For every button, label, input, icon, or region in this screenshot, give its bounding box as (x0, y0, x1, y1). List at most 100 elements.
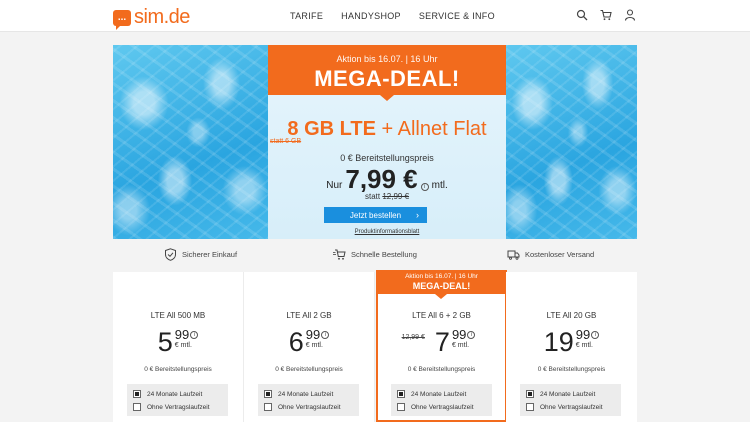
price-unit: € mtl. (305, 342, 323, 349)
chevron-right-icon: › (416, 210, 419, 220)
option-label: Ohne Vertragslaufzeit (147, 403, 210, 411)
tariff-price: 6 99 i € mtl. (244, 328, 374, 356)
checkbox-checked[interactable] (264, 390, 272, 398)
price-cents: 99 (575, 327, 591, 342)
price-prefix: Nur (326, 180, 343, 191)
pool-water-image-right (506, 45, 637, 239)
trust-secure: Sicherer Einkauf (164, 247, 238, 261)
info-icon[interactable]: i (190, 331, 199, 339)
pool-water-image-left (113, 45, 268, 239)
deal-deadline: Aktion bis 16.07. | 16 Uhr (336, 54, 438, 64)
header-icons (576, 9, 636, 21)
option-no-term[interactable]: Ohne Vertragslaufzeit (397, 403, 474, 411)
option-label: 24 Monate Laufzeit (147, 390, 203, 398)
trust-secure-label: Sicherer Einkauf (182, 249, 238, 259)
mega-deal-flag: Aktion bis 16.07. | 16 Uhr MEGA-DEAL! (268, 45, 506, 101)
checkbox-checked[interactable] (526, 390, 534, 398)
info-icon[interactable]: i (420, 183, 429, 191)
option-no-term[interactable]: Ohne Vertragslaufzeit (526, 403, 603, 411)
option-24-months[interactable]: 24 Monate Laufzeit (397, 390, 466, 398)
tariff-cards: LTE All 500 MB 5 99 i € mtl. 0 € Bereitst… (113, 270, 637, 422)
old-price-value: 12,99 € (382, 192, 410, 201)
option-no-term[interactable]: Ohne Vertragslaufzeit (133, 403, 210, 411)
info-icon[interactable]: i (467, 331, 476, 339)
tariff-card-500mb[interactable]: LTE All 500 MB 5 99 i € mtl. 0 € Bereitst… (113, 272, 244, 422)
main-nav: TARIFE HANDYSHOP SERVICE & INFO (290, 11, 495, 21)
fast-cart-icon (333, 249, 346, 260)
tariff-price: 5 99 i € mtl. (113, 328, 243, 356)
hero-offer-panel: Aktion bis 16.07. | 16 Uhr MEGA-DEAL! 8 … (268, 45, 506, 239)
option-no-term[interactable]: Ohne Vertragslaufzeit (264, 403, 341, 411)
price-unit: € mtl. (575, 342, 593, 349)
old-price: statt 12,99 € (268, 192, 506, 201)
offer-allnet: + Allnet Flat (375, 118, 487, 140)
old-data-volume: statt 6 GB (270, 138, 302, 145)
trust-shipping: Kostenloser Versand (507, 248, 594, 261)
setup-fee: 0 € Bereitstellungspreis (340, 153, 434, 163)
shield-check-icon (165, 247, 176, 261)
offer-title: 8 GB LTE + Allnet Flat (268, 118, 506, 141)
logo-text: sim.de (134, 6, 190, 28)
option-label: Ohne Vertragslaufzeit (411, 403, 474, 411)
setup-fee: 0 € Bereitstellungspreis (407, 366, 476, 373)
tariff-name: LTE All 6 + 2 GB (412, 311, 471, 320)
price-cents: 99 (305, 327, 321, 342)
tariff-price: 12,99 € 7 99 i € mtl. (378, 328, 505, 356)
option-label: Ohne Vertragslaufzeit (540, 403, 603, 411)
price-euros: 7 (434, 327, 450, 357)
checkbox-unchecked[interactable] (264, 403, 272, 411)
option-24-months[interactable]: 24 Monate Laufzeit (133, 390, 202, 398)
trust-fast-label: Schnelle Bestellung (351, 249, 417, 259)
trust-shipping-label: Kostenloser Versand (525, 249, 595, 259)
price-euros: 6 (288, 327, 304, 357)
product-info-link[interactable]: Produktinformationsblatt (268, 229, 506, 235)
old-price-label: statt (364, 192, 381, 201)
tariff-card-20gb[interactable]: LTE All 20 GB 19 99 i € mtl. 0 € Bereitst… (506, 272, 637, 422)
order-now-label: Jetzt bestellen (349, 210, 402, 220)
price-euros: 5 (157, 327, 173, 357)
contract-options: 24 Monate Laufzeit Ohne Vertragslaufzeit (520, 384, 621, 416)
old-price: 12,99 € (401, 334, 425, 341)
user-icon[interactable] (624, 9, 636, 21)
option-label: Ohne Vertragslaufzeit (278, 403, 341, 411)
search-icon[interactable] (576, 9, 588, 21)
deal-headline: MEGA-DEAL! (412, 281, 471, 291)
price-unit: mtl. (431, 180, 448, 191)
tariff-name: LTE All 500 MB (150, 311, 206, 320)
option-label: 24 Monate Laufzeit (540, 390, 596, 398)
mega-deal-flag: Aktion bis 16.07. | 16 Uhr MEGA-DEAL! (376, 270, 507, 299)
tariff-name: LTE All 20 GB (546, 311, 597, 320)
nav-handyshop[interactable]: HANDYSHOP (341, 11, 401, 21)
checkbox-unchecked[interactable] (526, 403, 534, 411)
logo[interactable]: ... sim.de (113, 6, 190, 30)
option-24-months[interactable]: 24 Monate Laufzeit (526, 390, 595, 398)
setup-fee: 0 € Bereitstellungspreis (537, 366, 606, 373)
deal-deadline: Aktion bis 16.07. | 16 Uhr (405, 273, 478, 280)
checkbox-checked[interactable] (397, 390, 405, 398)
price-unit: € mtl. (174, 342, 192, 349)
info-icon[interactable]: i (591, 331, 600, 339)
logo-bubble-icon: ... (113, 9, 131, 30)
checkbox-unchecked[interactable] (133, 403, 141, 411)
option-24-months[interactable]: 24 Monate Laufzeit (264, 390, 333, 398)
setup-fee: 0 € Bereitstellungspreis (275, 366, 343, 373)
option-label: 24 Monate Laufzeit (278, 390, 334, 398)
nav-tarife[interactable]: TARIFE (290, 11, 323, 21)
checkbox-checked[interactable] (133, 390, 141, 398)
nav-service-info[interactable]: SERVICE & INFO (419, 11, 495, 21)
info-icon[interactable]: i (321, 331, 330, 339)
price-euros: 19 (543, 327, 574, 357)
order-now-button[interactable]: Jetzt bestellen › (324, 207, 427, 223)
trust-fast: Schnelle Bestellung (333, 248, 417, 261)
tariff-card-2gb[interactable]: LTE All 2 GB 6 99 i € mtl. 0 € Bereitstel… (244, 272, 375, 422)
contract-options: 24 Monate Laufzeit Ohne Vertragslaufzeit (258, 384, 359, 416)
trust-bar: Sicherer Einkauf Schnelle Bestellung Kos… (113, 244, 637, 264)
tariff-card-6gb-featured[interactable]: Aktion bis 16.07. | 16 Uhr MEGA-DEAL! LT… (376, 270, 507, 422)
contract-options: 24 Monate Laufzeit Ohne Vertragslaufzeit (391, 384, 492, 416)
cart-icon[interactable] (600, 9, 612, 21)
checkbox-unchecked[interactable] (397, 403, 405, 411)
option-label: 24 Monate Laufzeit (411, 390, 467, 398)
site-header: ... sim.de TARIFE HANDYSHOP SERVICE & IN… (0, 0, 750, 32)
price-unit: € mtl. (451, 342, 470, 349)
hero-banner[interactable]: Aktion bis 16.07. | 16 Uhr MEGA-DEAL! 8 … (113, 45, 637, 239)
